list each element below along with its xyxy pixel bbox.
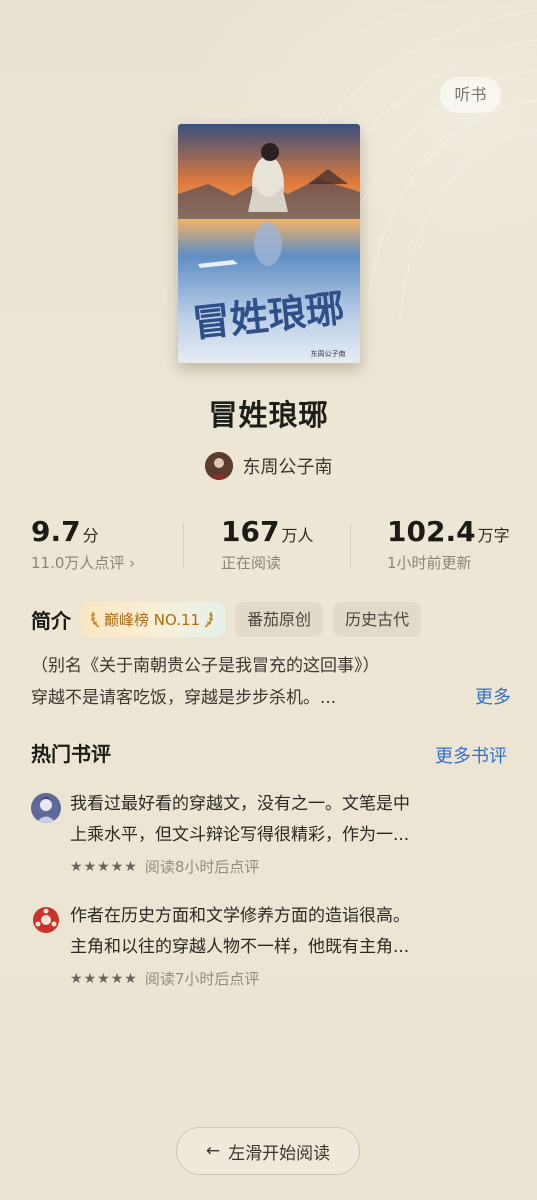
star-icon: ★ — [97, 970, 110, 987]
star-icon: ★ — [83, 970, 97, 987]
star-icon: ★ — [70, 970, 83, 987]
star-icon: ★ — [97, 858, 110, 875]
review-meta: ★ ★ ★ ★ ★ 阅读8小时后点评 — [70, 856, 259, 877]
star-icon: ★ — [70, 858, 83, 875]
laurel-icon — [91, 611, 100, 628]
readers-stat: 167 万人 正在阅读 — [221, 515, 313, 573]
rating-stat[interactable]: 9.7 分 11.0万人点评 › — [31, 515, 135, 573]
update-time: 1小时前更新 — [387, 554, 472, 572]
stats-divider — [350, 523, 351, 569]
description-line: 穿越不是请客吃饭，穿越是步步杀机。... — [31, 688, 337, 708]
book-description[interactable]: （别名《关于南朝贵公子是我冒充的这回事》） 穿越不是请客吃饭，穿越是步步杀机。.… — [31, 650, 511, 714]
star-icon: ★ — [110, 858, 124, 875]
listen-button[interactable]: 听书 — [440, 77, 501, 113]
more-reviews-link[interactable]: 更多书评 — [435, 742, 507, 768]
intro-header: 简介 巅峰榜 NO.11 番茄原创 历史古代 — [31, 600, 422, 638]
star-icon: ★ — [124, 858, 137, 875]
words-value: 102.4 — [387, 515, 476, 548]
review-time: 阅读8小时后点评 — [144, 858, 260, 876]
start-reading-label: 左滑开始阅读 — [228, 1143, 331, 1164]
star-rating: ★ ★ ★ ★ ★ — [70, 971, 137, 987]
tag-original[interactable]: 番茄原创 — [235, 601, 324, 637]
reviewer-avatar[interactable] — [31, 905, 61, 935]
review-line: 我看过最好看的穿越文，没有之一。文笔是中 — [70, 794, 410, 814]
author-row[interactable]: 东周公子南 — [0, 450, 537, 482]
star-icon: ★ — [124, 970, 137, 987]
review-meta: ★ ★ ★ ★ ★ 阅读7小时后点评 — [70, 968, 259, 989]
readers-label: 正在阅读 — [221, 554, 282, 572]
review-text: 作者在历史方面和文学修养方面的造诣很高。 主角和以往的穿越人物不一样，他既有主角… — [70, 901, 510, 963]
rank-tag[interactable]: 巅峰榜 NO.11 — [81, 601, 226, 637]
star-icon: ★ — [110, 970, 124, 987]
description-line: （别名《关于南朝贵公子是我冒充的这回事》） — [31, 656, 380, 676]
readers-unit: 万人 — [281, 526, 314, 545]
star-icon: ★ — [83, 858, 97, 875]
rating-value: 9.7 — [31, 515, 81, 548]
stats-divider — [183, 523, 184, 569]
book-detail-page: 听书 冒姓琅琊 东周公子南 冒姓琅琊 东周公子南 9.7 分 11.0万人点评 … — [0, 0, 537, 1200]
more-description-link[interactable]: 更多 — [475, 682, 511, 714]
star-rating: ★ ★ ★ ★ ★ — [70, 859, 137, 875]
laurel-icon — [204, 611, 214, 628]
review-line: 作者在历史方面和文学修养方面的造诣很高。 — [70, 906, 410, 926]
review-text: 我看过最好看的穿越文，没有之一。文笔是中 上乘水平，但文斗辩论写得很精彩，作为一… — [70, 789, 510, 851]
svg-text:东周公子南: 东周公子南 — [311, 349, 346, 358]
arrow-left-icon: ← — [205, 1141, 221, 1161]
rating-count[interactable]: 11.0万人点评 › — [31, 552, 135, 573]
review-line: 主角和以往的穿越人物不一样，他既有主角... — [70, 937, 410, 957]
tag-genre[interactable]: 历史古代 — [333, 601, 422, 637]
rank-label: 巅峰榜 NO.11 — [104, 610, 201, 629]
reviews-header: 热门书评 更多书评 — [31, 738, 507, 772]
book-cover[interactable]: 冒姓琅琊 东周公子南 — [178, 124, 360, 363]
readers-value: 167 — [221, 515, 280, 548]
intro-title: 简介 — [31, 608, 71, 633]
author-name[interactable]: 东周公子南 — [243, 453, 333, 479]
rating-unit: 分 — [82, 526, 99, 545]
reviews-title: 热门书评 — [31, 742, 111, 766]
reviewer-avatar[interactable] — [31, 793, 61, 823]
words-unit: 万字 — [477, 526, 510, 545]
words-stat: 102.4 万字 1小时前更新 — [387, 515, 510, 573]
author-avatar[interactable] — [204, 452, 233, 480]
start-reading-button[interactable]: ← 左滑开始阅读 — [176, 1127, 360, 1175]
review-line: 上乘水平，但文斗辩论写得很精彩，作为一... — [70, 825, 410, 845]
book-title: 冒姓琅琊 — [208, 398, 329, 432]
review-time: 阅读7小时后点评 — [144, 970, 260, 988]
stats-row: 9.7 分 11.0万人点评 › 167 万人 正在阅读 102.4 万字 1小时前更… — [0, 515, 537, 581]
